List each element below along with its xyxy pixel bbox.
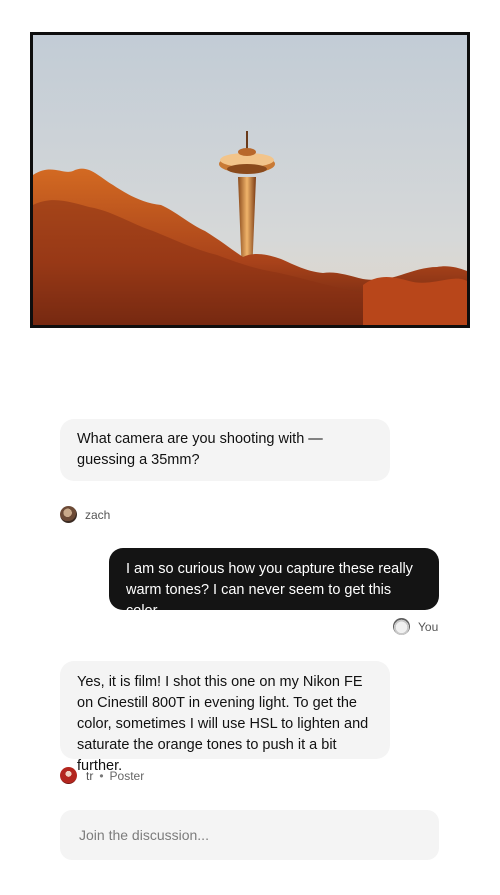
own-comment-bubble: I am so curious how you capture these re… xyxy=(109,548,439,619)
comment-text: I am so curious how you capture these re… xyxy=(126,561,413,619)
avatar[interactable] xyxy=(393,618,410,635)
avatar[interactable] xyxy=(60,767,77,784)
comment-composer[interactable] xyxy=(60,810,439,860)
comment-author[interactable]: zach xyxy=(60,506,110,523)
avatar[interactable] xyxy=(60,506,77,523)
space-needle-photo xyxy=(33,35,467,325)
post-photo[interactable] xyxy=(30,32,470,328)
comment-text: What camera are you shooting with — gues… xyxy=(77,431,323,468)
author-name[interactable]: zach xyxy=(85,508,110,522)
comment-author[interactable]: You xyxy=(393,618,438,635)
comment-author[interactable]: tr • Poster xyxy=(60,767,144,784)
author-name[interactable]: You xyxy=(418,620,438,634)
comment-bubble: Yes, it is film! I shot this one on my N… xyxy=(60,661,390,774)
comment-input[interactable] xyxy=(77,826,422,844)
poster-badge: Poster xyxy=(109,768,145,783)
comment-bubble: What camera are you shooting with — gues… xyxy=(60,419,390,481)
separator-dot: • xyxy=(99,768,104,783)
comment-text: Yes, it is film! I shot this one on my N… xyxy=(77,674,369,774)
author-name[interactable]: tr xyxy=(86,769,93,783)
